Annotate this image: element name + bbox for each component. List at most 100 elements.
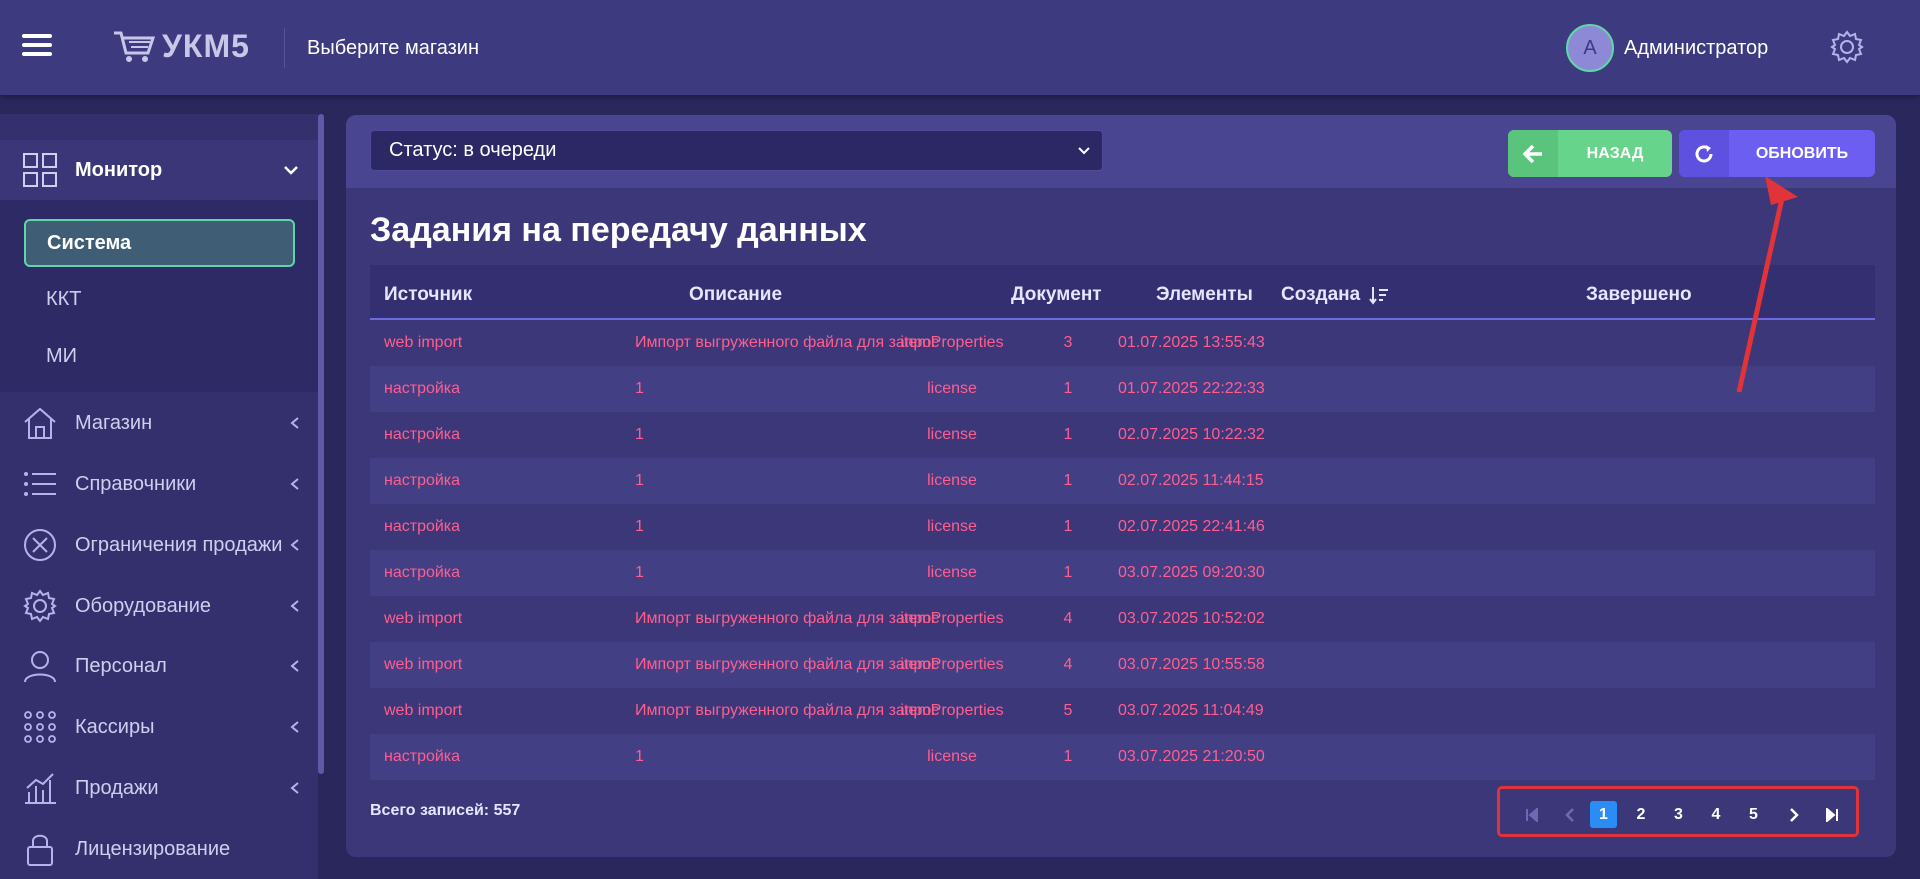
gear-icon[interactable] [1830,30,1864,64]
sidebar-item-licensing[interactable]: Лицензирование [0,819,318,879]
sidebar-item-equipment[interactable]: Оборудование [0,576,318,636]
sidebar-item-label: Ограничения продажи [75,533,283,556]
back-button[interactable]: НАЗАД [1508,130,1672,177]
user-menu[interactable]: A Администратор [1566,24,1768,72]
keypad-icon [24,711,56,743]
sidebar-item-label: Оборудование [75,594,212,617]
arrow-left-icon [1523,144,1542,163]
status-filter-value: Статус: в очереди [389,139,557,161]
table-cell: license [927,472,977,489]
sidebar-scrollbar[interactable] [318,114,324,774]
user-name: Администратор [1624,36,1769,59]
table-cell: web import [384,334,463,351]
table-row[interactable]: web import Импорт выгруженного файла для … [370,596,1875,642]
sidebar-item-label: Справочники [75,472,197,495]
chevron-down-icon [284,166,298,175]
table-body: web import Импорт выгруженного файла для … [370,320,1875,780]
page-button[interactable]: 1 [1590,801,1617,828]
cart-icon [114,31,156,62]
total-records: Всего записей: 557 [370,802,521,819]
refresh-button[interactable]: ОБНОВИТЬ [1679,130,1875,177]
sidebar-subitem-kkt[interactable]: ККТ [46,288,82,311]
sidebar-item-label: Продажи [75,776,159,799]
prev-page-button[interactable] [1556,801,1583,828]
sidebar-item-cashiers[interactable]: Кассиры [0,697,318,757]
column-header-elements[interactable]: Элементы [1156,284,1253,306]
chevron-left-icon [290,539,299,551]
chevron-right-icon [1789,807,1799,822]
table-cell: 02.07.2025 11:44:15 [1118,472,1264,489]
refresh-button-label: ОБНОВИТЬ [1755,144,1849,162]
table-row[interactable]: настройка 1 license 1 03.07.2025 09:20:30 [370,550,1875,596]
page-button[interactable]: 3 [1665,801,1692,828]
dashboard-icon [23,153,57,187]
table-row[interactable]: настройка 1 license 1 02.07.2025 22:41:46 [370,504,1875,550]
table-cell: настройка [384,426,461,443]
sidebar-subitem-mi[interactable]: МИ [46,345,77,368]
table-cell: 01.07.2025 13:55:43 [1118,334,1265,351]
table-row[interactable]: настройка 1 license 1 01.07.2025 22:22:33 [370,366,1875,412]
table-row[interactable]: настройка 1 license 1 02.07.2025 10:22:32 [370,412,1875,458]
table-cell: 02.07.2025 22:41:46 [1118,518,1265,535]
column-header-source[interactable]: Источник [384,284,472,306]
page-button[interactable]: 2 [1628,801,1655,828]
sidebar-item-sales[interactable]: Продажи [0,758,318,818]
gear-icon [23,589,57,623]
avatar: A [1566,24,1614,72]
table-cell: 5 [1063,702,1073,719]
table-header: Источник Описание Документ Элементы Созд… [370,265,1875,320]
table-cell: license [927,518,977,535]
pagination: 12345 [1497,786,1859,837]
first-page-button[interactable] [1518,801,1545,828]
table-cell: настройка [384,748,461,765]
table-row[interactable]: настройка 1 license 1 03.07.2025 21:20:50 [370,734,1875,780]
main-panel: Статус: в очереди НАЗАД ОБНОВИТЬ Задания… [346,115,1896,857]
sidebar-item-monitor[interactable]: Монитор [0,140,318,200]
sidebar-item-sale-restrictions[interactable]: Ограничения продажи [0,515,318,575]
table-cell: настройка [384,380,461,397]
table-cell: 01.07.2025 22:22:33 [1118,380,1265,397]
column-header-created[interactable]: Создана [1281,284,1389,306]
table-row[interactable]: настройка 1 license 1 02.07.2025 11:44:15 [370,458,1875,504]
table-cell: license [927,564,977,581]
chevron-left-icon [290,782,299,794]
table-cell: itemProperties [900,656,1004,673]
next-page-button[interactable] [1780,801,1807,828]
table-cell: itemProperties [900,610,1004,627]
chevron-left-icon [290,478,299,490]
logo[interactable]: УКМ5 [112,28,250,65]
sidebar-item-label: Лицензирование [75,837,231,860]
store-selector[interactable]: Выберите магазин [284,28,479,68]
column-header-description[interactable]: Описание [689,284,782,306]
column-header-completed[interactable]: Завершено [1586,284,1692,306]
table-cell: license [927,426,977,443]
table-row[interactable]: web import Импорт выгруженного файла для … [370,320,1875,366]
status-filter-select[interactable]: Статус: в очереди [370,130,1103,171]
page-button[interactable]: 4 [1703,801,1730,828]
table-cell: itemProperties [900,702,1004,719]
chevron-left-icon [1564,807,1574,822]
table-cell: web import [384,702,463,719]
table-cell: 1 [1063,748,1073,765]
sidebar-item-label: Монитор [75,158,163,181]
sidebar-subitem-system[interactable]: Система [24,219,295,267]
column-header-document[interactable]: Документ [1011,284,1102,306]
table-cell: itemProperties [900,334,1004,351]
sidebar-item-store[interactable]: Магазин [0,393,318,453]
sidebar-item-references[interactable]: Справочники [0,454,318,514]
table-row[interactable]: web import Импорт выгруженного файла для … [370,642,1875,688]
last-page-button[interactable] [1818,801,1845,828]
lock-icon [27,834,53,866]
refresh-icon [1695,144,1713,162]
sidebar-item-staff[interactable]: Персонал [0,636,318,696]
table-cell: 3 [1063,334,1073,351]
table-row[interactable]: web import Импорт выгруженного файла для … [370,688,1875,734]
page-button[interactable]: 5 [1740,801,1767,828]
chevron-left-icon [290,600,299,612]
sidebar-item-label: Персонал [75,654,167,677]
tasks-table: Источник Описание Документ Элементы Созд… [370,265,1875,780]
table-cell: настройка [384,518,461,535]
table-cell: 02.07.2025 10:22:32 [1118,426,1265,443]
menu-icon[interactable] [22,34,52,60]
table-cell: 1 [1063,426,1073,443]
